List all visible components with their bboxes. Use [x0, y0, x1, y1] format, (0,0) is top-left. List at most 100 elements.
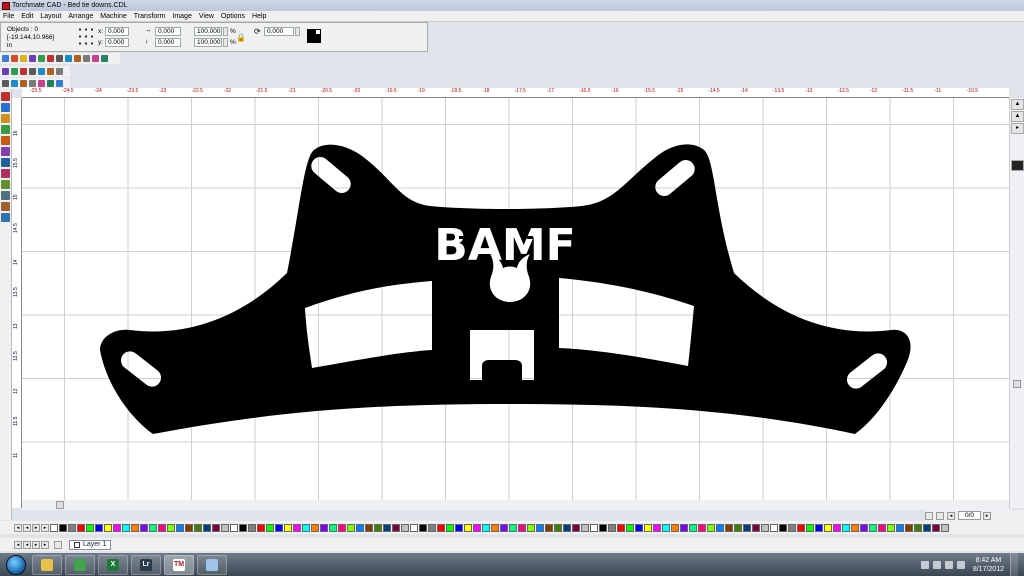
- palette-swatch[interactable]: [140, 523, 148, 532]
- toolbar-button-icon[interactable]: [11, 80, 18, 87]
- scale-x-spinner[interactable]: [223, 27, 228, 36]
- palette-swatch[interactable]: [698, 523, 706, 532]
- palette-swatch[interactable]: [419, 523, 427, 532]
- palette-swatch[interactable]: [59, 523, 67, 532]
- toolbar-button-icon[interactable]: [74, 55, 81, 62]
- palette-swatch[interactable]: [536, 523, 544, 532]
- palette-swatch[interactable]: [896, 523, 904, 532]
- palette-swatch[interactable]: [212, 523, 220, 532]
- palette-swatch[interactable]: [599, 523, 607, 532]
- palette-swatch[interactable]: [437, 523, 445, 532]
- layer-visibility-icon[interactable]: [74, 541, 80, 548]
- palette-swatch[interactable]: [527, 523, 535, 532]
- scroll-page-up-button[interactable]: ▲: [1011, 111, 1024, 122]
- toolbar-button-icon[interactable]: [11, 68, 18, 75]
- bed-tie-down-part[interactable]: BAMF: [22, 98, 1009, 508]
- palette-swatch[interactable]: [689, 523, 697, 532]
- menu-view[interactable]: View: [199, 13, 214, 20]
- palette-swatch[interactable]: [50, 523, 58, 532]
- tool-icon[interactable]: [1, 169, 10, 178]
- palette-swatch[interactable]: [392, 523, 400, 532]
- palette-swatch[interactable]: [788, 523, 796, 532]
- palette-swatch[interactable]: [284, 523, 292, 532]
- clock[interactable]: 8:42 AM 8/17/2012: [973, 556, 1004, 574]
- palette-swatch[interactable]: [383, 523, 391, 532]
- menu-help[interactable]: Help: [252, 13, 266, 20]
- menu-arrange[interactable]: Arrange: [68, 13, 93, 20]
- palette-swatch[interactable]: [680, 523, 688, 532]
- palette-swatch[interactable]: [932, 523, 940, 532]
- palette-swatch[interactable]: [842, 523, 850, 532]
- palette-swatch[interactable]: [707, 523, 715, 532]
- palette-swatch[interactable]: [878, 523, 886, 532]
- menu-machine[interactable]: Machine: [100, 13, 126, 20]
- palette-swatch[interactable]: [824, 523, 832, 532]
- tool-icon[interactable]: [1, 92, 10, 101]
- layer-first-button[interactable]: ◂: [14, 540, 22, 549]
- palette-swatch[interactable]: [815, 523, 823, 532]
- palette-swatch[interactable]: [167, 523, 175, 532]
- palette-swatch[interactable]: [608, 523, 616, 532]
- palette-swatch[interactable]: [500, 523, 508, 532]
- palette-swatch[interactable]: [797, 523, 805, 532]
- flag-icon[interactable]: [944, 560, 953, 569]
- palette-swatch[interactable]: [671, 523, 679, 532]
- tool-icon[interactable]: [1, 213, 10, 222]
- palette-swatch[interactable]: [248, 523, 256, 532]
- toolbar-button-icon[interactable]: [20, 68, 27, 75]
- palette-prev-button[interactable]: ◂: [23, 523, 31, 532]
- palette-swatch[interactable]: [131, 523, 139, 532]
- palette-swatch[interactable]: [302, 523, 310, 532]
- menu-edit[interactable]: Edit: [21, 13, 33, 20]
- layer-last-button[interactable]: ▸: [41, 540, 49, 549]
- palette-swatch[interactable]: [545, 523, 553, 532]
- palette-swatch[interactable]: [887, 523, 895, 532]
- palette-next-button[interactable]: ▸: [32, 523, 40, 532]
- palette-swatch[interactable]: [113, 523, 121, 532]
- palette-swatch[interactable]: [806, 523, 814, 532]
- toolbar-button-icon[interactable]: [11, 55, 18, 62]
- palette-swatch[interactable]: [464, 523, 472, 532]
- taskbar-torchmate-button[interactable]: TM: [164, 554, 194, 575]
- scroll-side-button[interactable]: ▸: [1011, 123, 1024, 134]
- palette-swatch[interactable]: [311, 523, 319, 532]
- palette-swatch[interactable]: [572, 523, 580, 532]
- palette-swatch[interactable]: [86, 523, 94, 532]
- volume-icon[interactable]: [956, 560, 965, 569]
- palette-swatch[interactable]: [752, 523, 760, 532]
- page-prev-button[interactable]: ◂: [947, 511, 955, 520]
- menu-transform[interactable]: Transform: [134, 13, 166, 20]
- palette-swatch[interactable]: [923, 523, 931, 532]
- width-input[interactable]: 0.000: [155, 27, 181, 36]
- palette-swatch[interactable]: [122, 523, 130, 532]
- taskbar-notepad-button[interactable]: [197, 554, 227, 575]
- menu-image[interactable]: Image: [172, 13, 191, 20]
- palette-swatch[interactable]: [581, 523, 589, 532]
- layer-next-button[interactable]: ▸: [32, 540, 40, 549]
- tool-icon[interactable]: [1, 125, 10, 134]
- palette-swatch[interactable]: [176, 523, 184, 532]
- page-add-icon[interactable]: [925, 511, 933, 520]
- palette-swatch[interactable]: [833, 523, 841, 532]
- tool-icon[interactable]: [1, 114, 10, 123]
- layer-add-button[interactable]: [54, 540, 62, 549]
- palette-swatch[interactable]: [68, 523, 76, 532]
- palette-swatch[interactable]: [518, 523, 526, 532]
- palette-swatch[interactable]: [410, 523, 418, 532]
- drawing-canvas[interactable]: BAMF: [22, 98, 1009, 508]
- palette-swatch[interactable]: [482, 523, 490, 532]
- palette-swatch[interactable]: [662, 523, 670, 532]
- x-position-input[interactable]: 0.000: [105, 27, 129, 36]
- taskbar-chrome-button[interactable]: [65, 554, 95, 575]
- menu-layout[interactable]: Layout: [40, 13, 61, 20]
- palette-swatch[interactable]: [95, 523, 103, 532]
- palette-last-button[interactable]: ▸: [41, 523, 49, 532]
- rotation-spinner[interactable]: [295, 27, 300, 36]
- palette-swatch[interactable]: [455, 523, 463, 532]
- toolbar-button-icon[interactable]: [2, 80, 9, 87]
- palette-swatch[interactable]: [239, 523, 247, 532]
- palette-swatch[interactable]: [626, 523, 634, 532]
- palette-swatch[interactable]: [158, 523, 166, 532]
- palette-swatch[interactable]: [914, 523, 922, 532]
- menu-file[interactable]: File: [3, 13, 14, 20]
